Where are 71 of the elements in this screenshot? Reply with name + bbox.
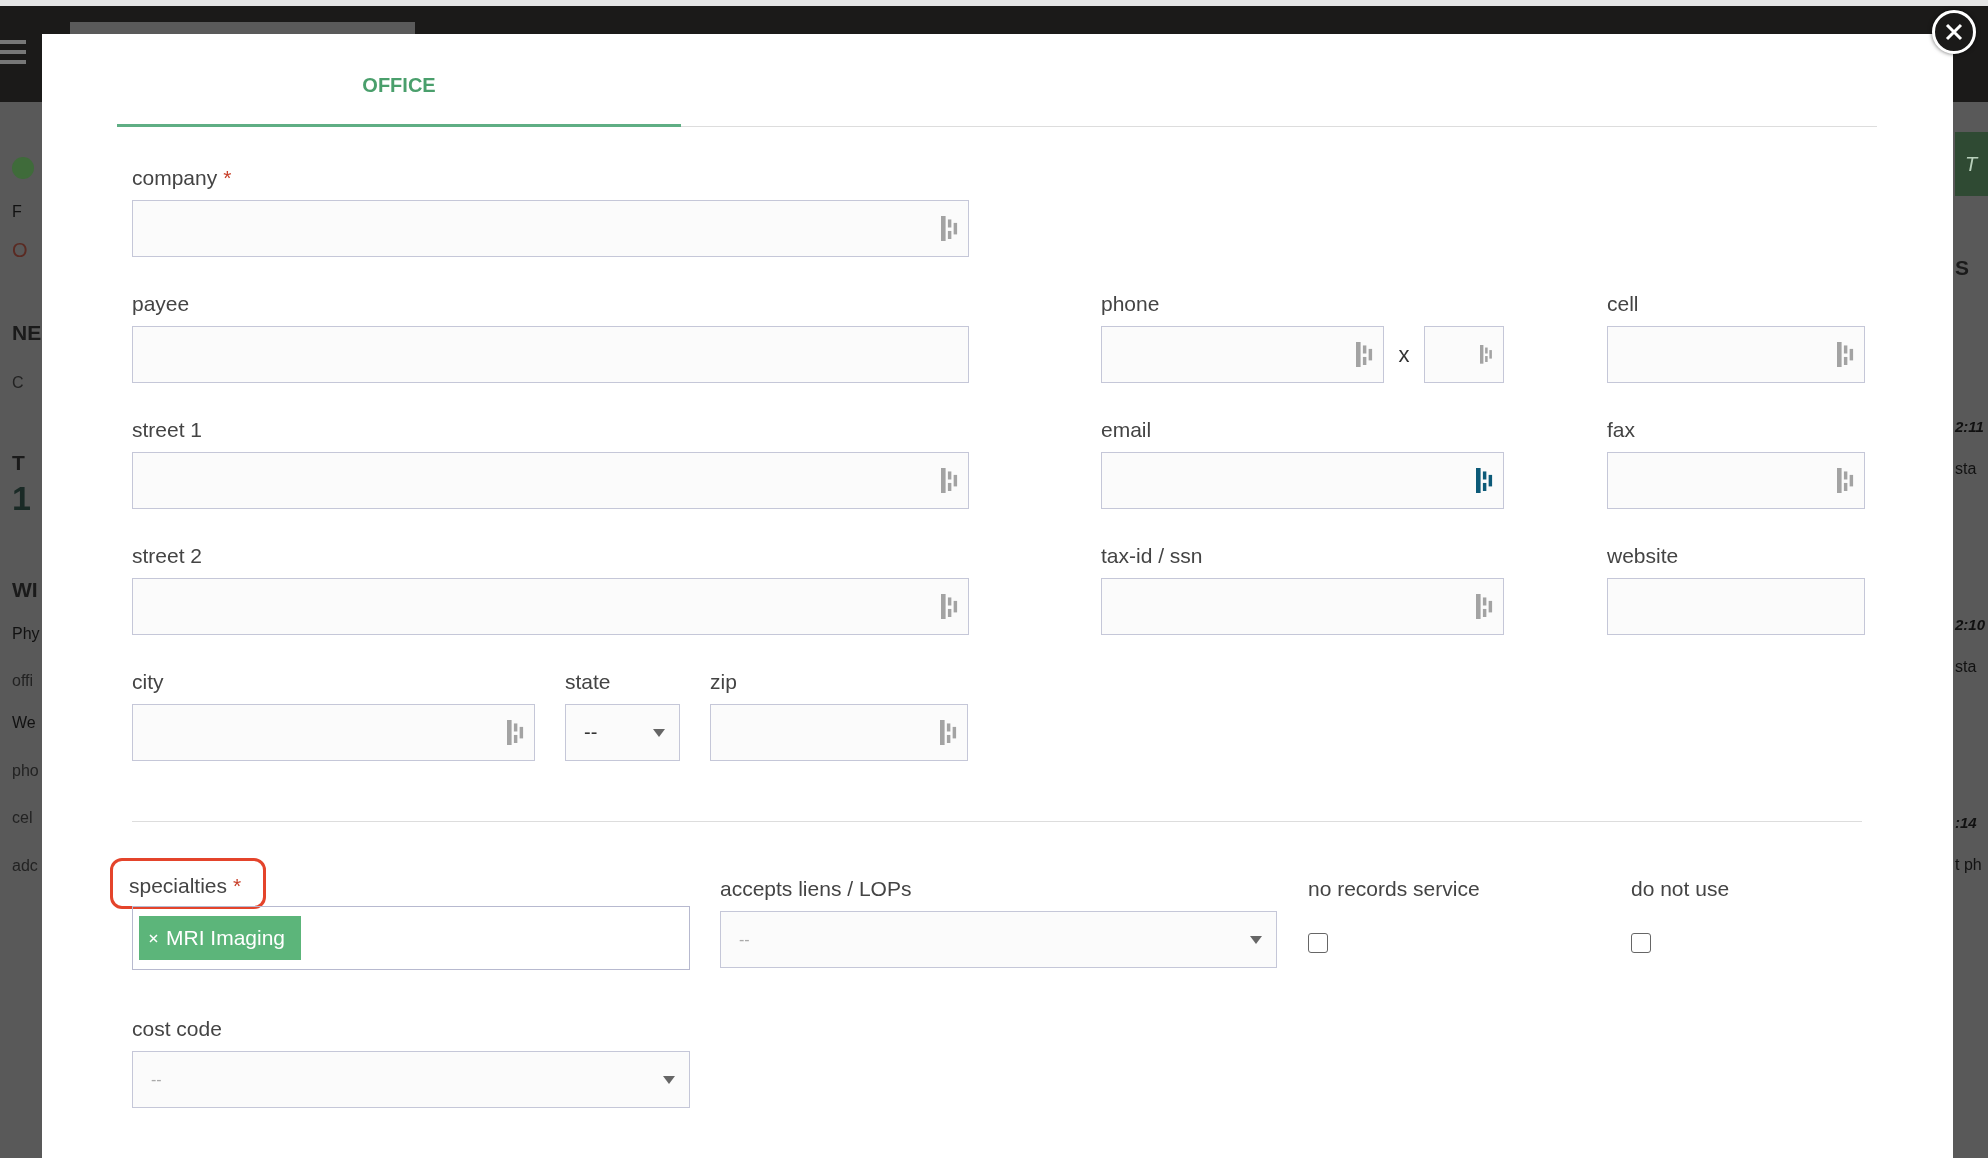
background-text: Phy <box>12 624 41 643</box>
field-label: company * <box>132 165 233 190</box>
field-label: email <box>1101 417 1153 442</box>
required-mark: * <box>223 166 232 189</box>
field-label: specialties <box>129 874 228 897</box>
tab[interactable]: OFFICE <box>117 34 681 127</box>
background-time: 2:11 <box>1955 419 1985 436</box>
input-field[interactable] <box>132 578 969 635</box>
field-label: cell <box>1607 291 1640 316</box>
field-label: street 2 <box>132 543 204 568</box>
select-field[interactable]: -- <box>720 911 1277 968</box>
checkbox[interactable] <box>1308 933 1328 953</box>
field-label: tax-id / ssn <box>1101 543 1204 568</box>
field-label: phone <box>1101 291 1161 316</box>
input-field[interactable] <box>132 200 969 257</box>
caret-icon <box>1250 935 1262 944</box>
input-field[interactable] <box>1607 452 1865 509</box>
checkbox[interactable] <box>1631 933 1651 953</box>
password-manager-icon[interactable] <box>1475 467 1493 494</box>
background-text: F <box>12 203 23 221</box>
field-label: accepts liens / LOPs <box>720 876 913 901</box>
select-field[interactable]: -- <box>565 704 680 761</box>
input-field[interactable] <box>1607 578 1865 635</box>
field-label: city <box>132 669 165 694</box>
required-mark: * <box>233 874 242 897</box>
select-placeholder: -- <box>151 1070 162 1089</box>
input-field[interactable] <box>1101 326 1384 383</box>
field-label: do not use <box>1631 876 1731 901</box>
background-text: adc <box>12 856 39 875</box>
select-placeholder: -- <box>739 930 750 949</box>
background-text: T <box>1965 153 1978 175</box>
close-icon <box>1945 23 1963 41</box>
background-text: O <box>12 238 29 261</box>
background-heading: WI <box>12 577 39 601</box>
input-field[interactable] <box>1101 578 1504 635</box>
tag-label: MRI Imaging <box>166 926 286 950</box>
background-heading: NE <box>12 320 42 344</box>
background-text: pho <box>12 761 40 780</box>
caret-icon <box>653 728 665 737</box>
background-text: sta <box>1955 459 1978 478</box>
input-field[interactable] <box>1101 452 1504 509</box>
tag-input[interactable]: MRI Imaging <box>132 906 690 970</box>
field-label: website <box>1607 543 1680 568</box>
field-label: cost code <box>132 1016 223 1041</box>
field-label: zip <box>710 669 738 694</box>
extension-separator: x <box>1397 341 1411 368</box>
background-number: 1 <box>12 480 32 518</box>
extension-field[interactable] <box>1424 326 1504 383</box>
background-time: 2:10 <box>1955 617 1987 634</box>
field-label: fax <box>1607 417 1636 442</box>
menu-icon <box>0 40 26 64</box>
background-time: :14 <box>1955 815 1978 832</box>
select-field[interactable]: -- <box>132 1051 690 1108</box>
field-label: street 1 <box>132 417 204 442</box>
input-field[interactable] <box>710 704 968 761</box>
field-label: no records service <box>1308 876 1481 901</box>
remove-icon[interactable] <box>149 933 158 943</box>
input-field[interactable] <box>132 704 535 761</box>
background-text: t ph <box>1955 855 1983 874</box>
background-heading: T <box>12 451 26 475</box>
background-text: C <box>12 373 25 392</box>
input-field[interactable] <box>132 326 969 383</box>
field-label: payee <box>132 291 191 316</box>
field-label: state <box>565 669 612 694</box>
select-value: -- <box>584 721 598 744</box>
caret-icon <box>663 1075 675 1084</box>
input-field[interactable] <box>1607 326 1865 383</box>
background-text: sta <box>1955 657 1978 676</box>
input-field[interactable] <box>132 452 969 509</box>
background-text: We <box>12 714 37 732</box>
background-heading: S <box>1955 256 1970 280</box>
